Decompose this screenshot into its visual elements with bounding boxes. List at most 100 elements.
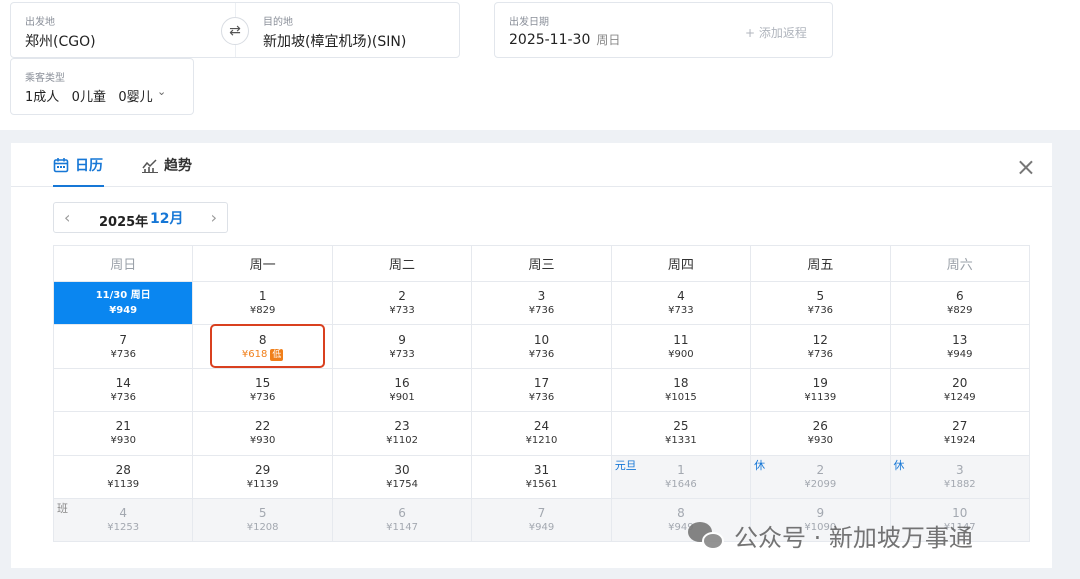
price-text: ¥1646: [664, 478, 697, 490]
calendar-day-cell[interactable]: 13 ¥949: [889, 324, 1031, 369]
next-month-icon[interactable]: ›: [211, 208, 217, 227]
departure-date-field[interactable]: 出发日期 2025-11-30 周日 + 添加返程: [494, 2, 833, 58]
calendar-day-cell[interactable]: 15 ¥736: [192, 367, 333, 413]
active-tab-indicator: [53, 185, 104, 187]
nav-month[interactable]: 12月: [150, 208, 183, 228]
price-text: ¥1253: [107, 522, 140, 534]
departure-date-label: 出发日期: [509, 17, 549, 28]
watermark-text: 公众号 · 新加坡万事通: [734, 524, 973, 552]
calendar-day-cell[interactable]: 5 ¥736: [750, 280, 891, 326]
price-text: ¥1210: [525, 435, 558, 447]
day-price: ¥736: [472, 391, 610, 405]
price-text: ¥1924: [943, 435, 976, 447]
day-price: ¥1015: [612, 391, 750, 405]
calendar-day-cell[interactable]: 8 ¥618 低: [192, 324, 333, 369]
price-text: ¥949: [109, 305, 138, 317]
price-text: ¥1139: [107, 478, 140, 490]
calendar-day-cell[interactable]: 16 ¥901: [331, 367, 473, 413]
day-price: ¥930: [193, 434, 331, 448]
calendar-day-cell[interactable]: 班 4 ¥1253: [52, 497, 194, 543]
calendar-day-cell[interactable]: 22 ¥930: [192, 411, 333, 456]
price-text: ¥930: [110, 435, 136, 447]
calendar-day-cell[interactable]: 7 ¥949: [471, 497, 612, 543]
weekday-header: 周日: [52, 245, 194, 282]
tab-trend-label: 趋势: [164, 158, 192, 174]
calendar-day-cell[interactable]: 6 ¥829: [889, 280, 1031, 326]
calendar-day-cell[interactable]: 21 ¥930: [52, 411, 194, 456]
calendar-day-cell[interactable]: 休 3 ¥1882: [889, 454, 1031, 499]
calendar-day-cell[interactable]: 27 ¥1924: [889, 411, 1031, 456]
calendar-day-cell[interactable]: 9 ¥733: [331, 324, 473, 369]
calendar-day-cell[interactable]: 18 ¥1015: [610, 367, 752, 413]
day-number: 19: [812, 375, 828, 390]
price-text: ¥1561: [525, 478, 558, 490]
calendar-day-cell[interactable]: 29 ¥1139: [192, 454, 333, 499]
calendar-day-cell[interactable]: 25 ¥1331: [610, 411, 752, 456]
tab-trend[interactable]: 趋势: [142, 155, 192, 175]
calendar-day-cell[interactable]: 3 ¥736: [471, 280, 612, 326]
day-price: ¥1249: [891, 391, 1029, 405]
day-price: ¥1139: [54, 478, 192, 492]
wechat-icon: [686, 520, 728, 552]
trend-chart-icon: [142, 159, 158, 173]
price-text: ¥1015: [664, 391, 697, 403]
calendar-day-cell[interactable]: 1 ¥829: [192, 280, 333, 326]
calendar-day-cell[interactable]: 元旦 1 ¥1646: [610, 454, 752, 499]
calendar-day-cell[interactable]: 10 ¥736: [471, 324, 612, 369]
calendar-day-cell[interactable]: 24 ¥1210: [471, 411, 612, 456]
holiday-tag: 休: [893, 458, 905, 472]
day-price: ¥949: [472, 521, 610, 535]
day-number: 15: [254, 375, 271, 390]
day-number: 31: [533, 462, 550, 477]
chevron-down-icon[interactable]: ⌄: [157, 85, 166, 98]
month-navigator: ‹ 2025年 12月 ›: [53, 202, 228, 233]
destination-input[interactable]: 新加坡(樟宜机场)(SIN): [263, 31, 406, 51]
calendar-day-cell[interactable]: 14 ¥736: [52, 367, 194, 413]
price-text: ¥2099: [804, 478, 837, 490]
calendar-day-cell[interactable]: 2 ¥733: [331, 280, 473, 326]
add-return-button[interactable]: + 添加返程: [745, 24, 807, 41]
day-price: ¥829: [193, 304, 331, 318]
origin-input[interactable]: 郑州(CGO): [25, 31, 96, 51]
departure-date-value[interactable]: 2025-11-30 周日: [509, 31, 620, 48]
calendar-day-cell[interactable]: 5 ¥1208: [192, 497, 333, 543]
close-icon[interactable]: ×: [1016, 153, 1036, 181]
calendar-day-cell[interactable]: 26 ¥930: [750, 411, 891, 456]
calendar-day-cell[interactable]: 4 ¥733: [610, 280, 752, 326]
day-number: 11/30 周日: [95, 290, 151, 302]
day-price: ¥1210: [472, 434, 610, 448]
calendar-day-cell[interactable]: 23 ¥1102: [331, 411, 473, 456]
day-number: 17: [533, 375, 550, 390]
price-text: ¥618: [241, 348, 268, 360]
day-price: ¥736: [193, 391, 331, 405]
day-number: 18: [673, 375, 689, 390]
price-text: ¥733: [389, 305, 415, 317]
day-price: ¥1208: [193, 521, 331, 535]
price-text: ¥949: [528, 522, 555, 534]
price-text: ¥733: [668, 305, 694, 317]
weekday-header: 周五: [750, 245, 891, 282]
calendar-day-cell[interactable]: 12 ¥736: [750, 324, 891, 369]
calendar-day-cell[interactable]: 31 ¥1561: [471, 454, 612, 499]
calendar-day-cell[interactable]: 7 ¥736: [52, 324, 194, 369]
calendar-day-cell[interactable]: 11/30 周日 ¥949: [52, 280, 194, 326]
calendar-day-cell[interactable]: 17 ¥736: [471, 367, 612, 413]
day-number: 14: [115, 375, 131, 390]
calendar-day-cell[interactable]: 19 ¥1139: [750, 367, 891, 413]
day-price: ¥1924: [891, 434, 1029, 448]
prev-month-icon[interactable]: ‹: [64, 208, 70, 227]
price-text: ¥1139: [246, 478, 279, 490]
calendar-day-cell[interactable]: 休 2 ¥2099: [750, 454, 891, 499]
day-price: ¥901: [333, 391, 471, 405]
swap-icon[interactable]: ⇄: [221, 17, 249, 45]
calendar-day-cell[interactable]: 6 ¥1147: [331, 497, 473, 543]
tab-calendar[interactable]: 日历: [53, 155, 104, 187]
passenger-type-field[interactable]: 乘客类型 1成人 0儿童 0婴儿 ⌄: [10, 58, 194, 115]
passenger-type-value: 1成人 0儿童 0婴儿: [25, 90, 153, 105]
calendar-day-cell[interactable]: 20 ¥1249: [889, 367, 1031, 413]
price-text: ¥736: [807, 348, 834, 360]
price-text: ¥829: [249, 305, 276, 317]
calendar-day-cell[interactable]: 11 ¥900: [610, 324, 752, 369]
calendar-day-cell[interactable]: 28 ¥1139: [52, 454, 194, 499]
calendar-day-cell[interactable]: 30 ¥1754: [331, 454, 473, 499]
